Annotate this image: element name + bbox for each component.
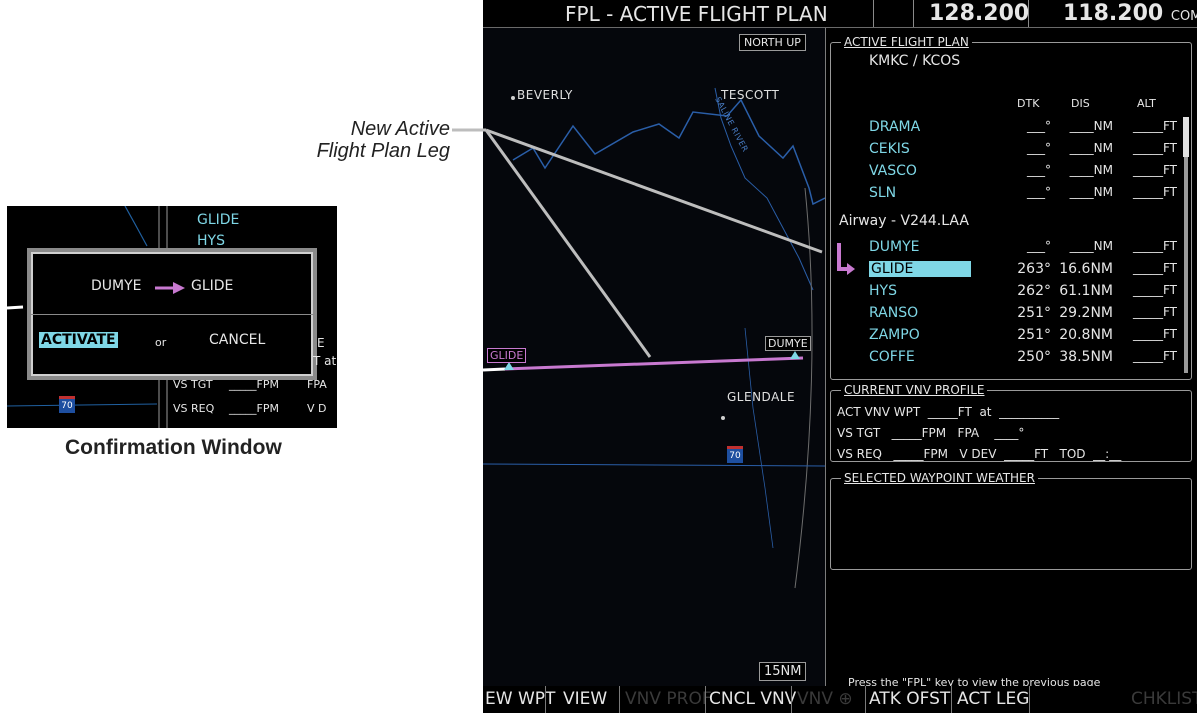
callout-leader-lines [452, 128, 823, 358]
